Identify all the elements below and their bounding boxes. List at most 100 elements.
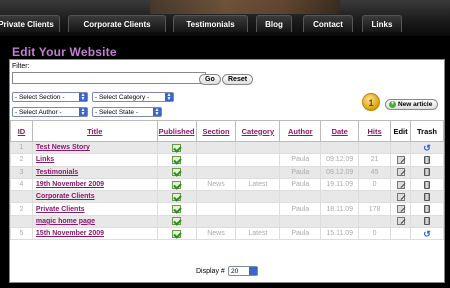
edit-icon[interactable] bbox=[396, 155, 405, 164]
row-trash[interactable] bbox=[410, 177, 444, 192]
row-published[interactable] bbox=[156, 177, 197, 192]
trash-icon[interactable] bbox=[424, 205, 430, 214]
row-edit[interactable] bbox=[390, 140, 411, 155]
edit-icon[interactable] bbox=[396, 217, 405, 226]
published-check-icon[interactable] bbox=[172, 192, 182, 201]
row-published[interactable] bbox=[156, 214, 197, 229]
edit-icon[interactable] bbox=[396, 168, 405, 177]
section-select[interactable]: - Select Section - ▲ ▼ bbox=[12, 92, 88, 102]
row-author: Paula bbox=[279, 153, 322, 167]
go-button[interactable]: Go bbox=[199, 74, 221, 85]
col-header-id[interactable]: ID bbox=[10, 120, 33, 142]
row-title-link[interactable]: Private Clients bbox=[31, 202, 158, 216]
row-category bbox=[235, 214, 281, 229]
row-published[interactable] bbox=[156, 227, 197, 241]
row-title-link[interactable]: Test News Story bbox=[31, 140, 158, 155]
row-published[interactable] bbox=[156, 202, 197, 216]
top-banner: Private Clients Corporate Clients Testim… bbox=[0, 0, 450, 36]
trash-icon[interactable] bbox=[424, 192, 430, 201]
row-title-link[interactable]: Testimonials bbox=[31, 165, 158, 179]
row-trash[interactable] bbox=[410, 165, 444, 179]
row-id: 4 bbox=[10, 177, 33, 192]
trash-icon[interactable] bbox=[424, 217, 430, 226]
row-published[interactable] bbox=[156, 190, 197, 204]
row-author bbox=[279, 214, 322, 229]
trash-icon[interactable] bbox=[424, 180, 430, 189]
row-category bbox=[235, 190, 281, 204]
row-trash[interactable] bbox=[410, 190, 444, 204]
section-select-value: - Select Section - bbox=[15, 94, 65, 101]
edit-icon[interactable] bbox=[396, 192, 405, 201]
published-check-icon[interactable] bbox=[172, 180, 182, 189]
trash-icon[interactable] bbox=[424, 168, 430, 177]
nav-tab-contact[interactable]: Contact bbox=[303, 15, 353, 32]
row-id: 2 bbox=[10, 202, 33, 216]
nav-tab-corporate-clients[interactable]: Corporate Clients bbox=[68, 15, 166, 32]
new-article-label: New article bbox=[398, 101, 433, 108]
row-date: 09.12.09 bbox=[320, 153, 360, 167]
restore-icon[interactable]: ↺ bbox=[422, 143, 432, 152]
row-trash[interactable]: ↺ bbox=[410, 227, 444, 241]
row-trash[interactable] bbox=[410, 214, 444, 229]
edit-icon[interactable] bbox=[396, 205, 405, 214]
row-edit[interactable] bbox=[390, 165, 411, 179]
col-header-author[interactable]: Author bbox=[279, 120, 322, 142]
row-title-link[interactable]: Corporate Clients bbox=[31, 190, 158, 204]
nav-tab-testimonials[interactable]: Testimonials bbox=[173, 15, 248, 32]
row-hits: 0 bbox=[358, 177, 392, 192]
step-number-badge: 1 bbox=[362, 93, 380, 111]
nav-tab-private-clients[interactable]: Private Clients bbox=[0, 15, 60, 32]
row-date: 19.11.09 bbox=[320, 177, 360, 192]
row-published[interactable] bbox=[156, 140, 197, 155]
row-edit[interactable] bbox=[390, 177, 411, 192]
row-edit[interactable] bbox=[390, 190, 411, 204]
nav-tab-blog[interactable]: Blog bbox=[256, 15, 292, 32]
edit-icon[interactable] bbox=[396, 180, 405, 189]
chevron-down-icon: ▲ ▼ bbox=[79, 92, 87, 102]
row-edit[interactable] bbox=[390, 214, 411, 229]
state-select[interactable]: - Select State - ▲ ▼ bbox=[92, 107, 162, 117]
filter-input[interactable] bbox=[12, 72, 206, 84]
row-author bbox=[279, 190, 322, 204]
state-select-value: - Select State - bbox=[95, 109, 138, 116]
row-trash[interactable] bbox=[410, 202, 444, 216]
published-check-icon[interactable] bbox=[172, 217, 182, 226]
col-header-published[interactable]: Published bbox=[156, 120, 197, 142]
row-published[interactable] bbox=[156, 153, 197, 167]
row-edit[interactable] bbox=[390, 227, 411, 241]
restore-icon[interactable]: ↺ bbox=[422, 229, 432, 238]
row-hits bbox=[358, 140, 392, 155]
row-edit[interactable] bbox=[390, 153, 411, 167]
col-header-title[interactable]: Title bbox=[31, 120, 158, 142]
row-title-link[interactable]: 19th November 2009 bbox=[31, 177, 158, 192]
row-title-link[interactable]: 15th November 2009 bbox=[31, 227, 158, 241]
col-header-category[interactable]: Category bbox=[235, 120, 281, 142]
row-trash[interactable]: ↺ bbox=[410, 140, 444, 155]
trash-icon[interactable] bbox=[424, 155, 430, 164]
chevron-down-icon: ▲ ▼ bbox=[165, 92, 173, 102]
published-check-icon[interactable] bbox=[172, 229, 182, 238]
row-trash[interactable] bbox=[410, 153, 444, 167]
published-check-icon[interactable] bbox=[172, 143, 182, 152]
published-check-icon[interactable] bbox=[172, 205, 182, 214]
row-title-link[interactable]: magic home page bbox=[31, 214, 158, 229]
nav-tab-links[interactable]: Links bbox=[362, 15, 402, 32]
col-header-hits[interactable]: Hits bbox=[358, 120, 392, 142]
row-category bbox=[235, 140, 281, 155]
row-id: 2 bbox=[10, 153, 33, 167]
row-edit[interactable] bbox=[390, 202, 411, 216]
reset-button[interactable]: Reset bbox=[222, 74, 254, 85]
row-section bbox=[195, 202, 237, 216]
published-check-icon[interactable] bbox=[172, 155, 182, 164]
row-title-link[interactable]: Links bbox=[31, 153, 158, 167]
col-header-date[interactable]: Date bbox=[320, 120, 360, 142]
col-header-section[interactable]: Section bbox=[195, 120, 237, 142]
row-published[interactable] bbox=[156, 165, 197, 179]
author-select[interactable]: - Select Author - ▲ ▼ bbox=[12, 107, 88, 117]
row-date: 15.11.09 bbox=[320, 227, 360, 241]
display-count-select[interactable]: 20 bbox=[228, 266, 258, 276]
new-article-button[interactable]: + New article bbox=[385, 99, 439, 110]
row-author: Paula bbox=[279, 165, 322, 179]
category-select[interactable]: - Select Category - ▲ ▼ bbox=[92, 92, 174, 102]
published-check-icon[interactable] bbox=[172, 168, 182, 177]
